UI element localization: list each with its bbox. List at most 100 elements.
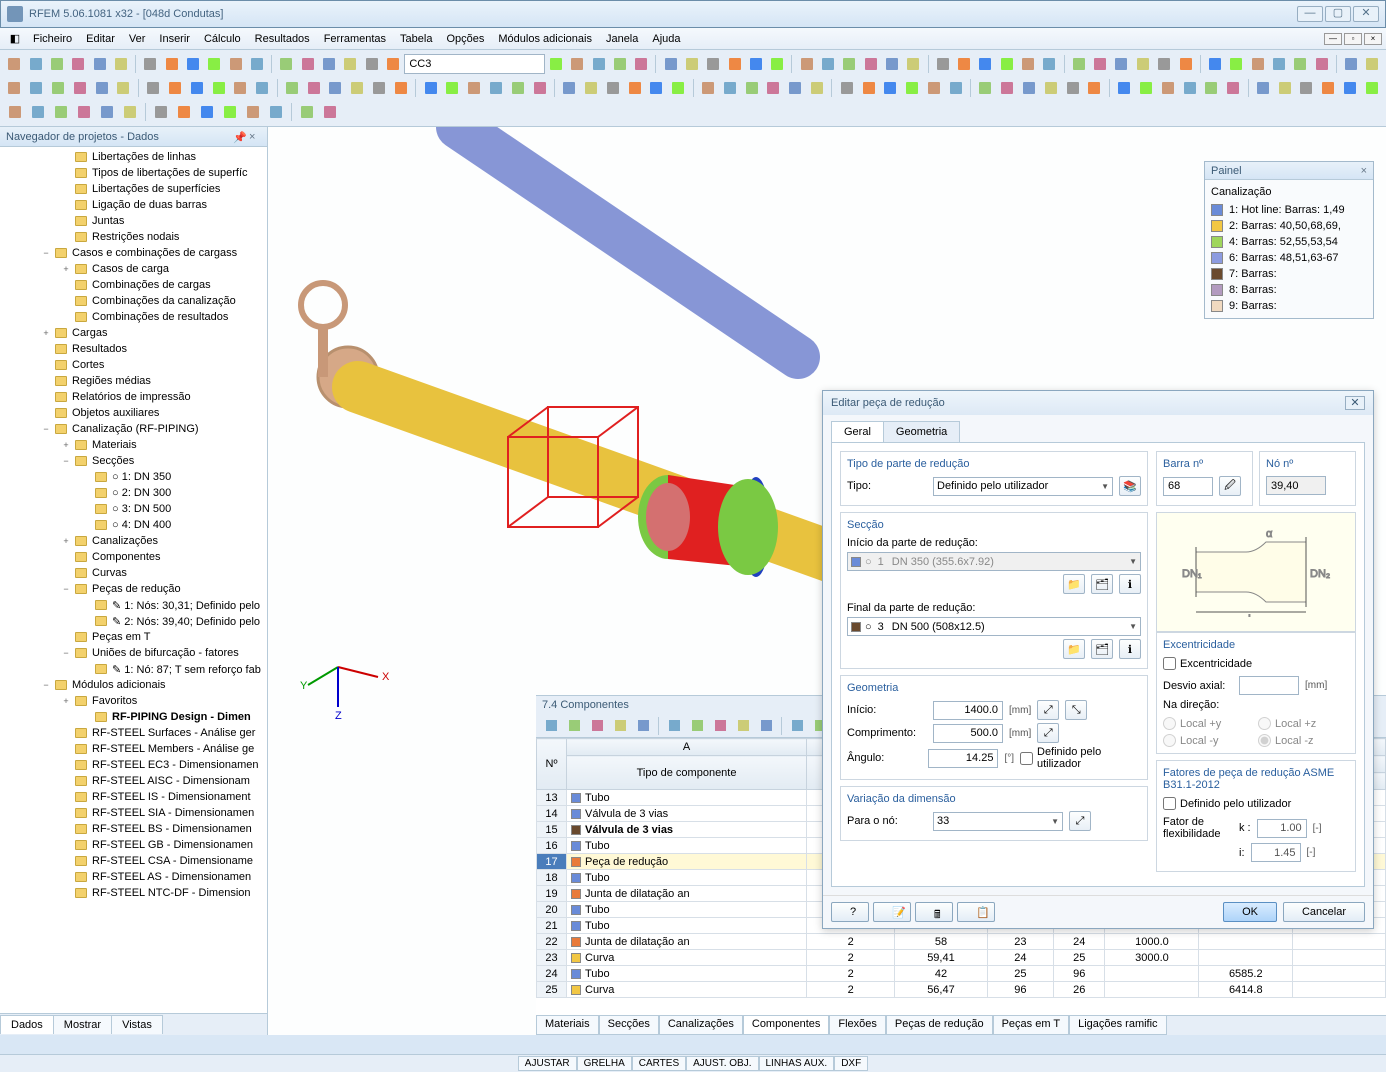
tree-node[interactable]: RF-STEEL AS - Dimensionamen [0,869,267,885]
toolbar-button[interactable] [1019,78,1040,98]
toolbar-button[interactable] [1226,54,1246,74]
tree-node[interactable]: RF-STEEL NTC-DF - Dimension [0,885,267,901]
tree-node[interactable]: RF-STEEL Members - Análise ge [0,741,267,757]
toolbar-button[interactable] [1318,78,1339,98]
sec-start-info-button[interactable]: ℹ [1119,574,1141,594]
tree-node[interactable]: RF-STEEL EC3 - Dimensionamen [0,757,267,773]
sec-end-db-button[interactable]: 🗂 [1091,639,1113,659]
menu-table[interactable]: Tabela [393,31,439,47]
toolbar-button[interactable] [1274,78,1295,98]
table-tab[interactable]: Peças de redução [886,1016,993,1035]
toolbar-button[interactable] [276,54,296,74]
tree-node[interactable]: Regiões médias [0,373,267,389]
toolbar-button[interactable] [796,54,816,74]
tree-node[interactable]: Curvas [0,565,267,581]
status-grid[interactable]: GRELHA [577,1056,632,1071]
table-tool-button[interactable] [786,716,808,736]
toolbar-button[interactable] [143,78,164,98]
toolbar-button[interactable] [362,54,382,74]
toolbar-button[interactable] [161,54,181,74]
toolbar-button[interactable] [698,78,719,98]
toolbar-button[interactable] [226,54,246,74]
toolbar-button[interactable] [325,78,346,98]
toolbar-button[interactable] [186,78,207,98]
table-tool-button[interactable] [540,716,562,736]
tree-node[interactable]: RF-PIPING Design - Dimen [0,709,267,725]
toolbar-button[interactable] [1341,54,1361,74]
dialog-close-icon[interactable]: ✕ [1345,396,1365,410]
toolbar-button[interactable] [69,78,90,98]
exc-check[interactable]: Excentricidade [1163,657,1349,670]
toolbar-button[interactable] [347,78,368,98]
toolbar-button[interactable] [559,78,580,98]
toolbar-button[interactable] [96,102,118,122]
toolbar-button[interactable] [903,54,923,74]
toolbar-button[interactable] [383,54,403,74]
toolbar-button[interactable] [442,78,463,98]
toolbar-button[interactable] [68,54,88,74]
toolbar-button[interactable] [303,78,324,98]
tree-node[interactable]: Objetos auxiliares [0,405,267,421]
legend-close-icon[interactable]: × [1361,165,1367,177]
toolbar-button[interactable] [1069,54,1089,74]
toolbar-button[interactable] [173,102,195,122]
toolbar-button[interactable] [1062,78,1083,98]
tree-node[interactable]: −Peças de redução [0,581,267,597]
geom-pick2[interactable]: ⤡ [1065,700,1087,720]
toolbar-button[interactable] [319,102,341,122]
toolbar-button[interactable] [298,54,318,74]
table-tool-button[interactable] [732,716,754,736]
toolbar-button[interactable] [767,54,787,74]
geom-len-input[interactable] [933,724,1003,743]
sec-start-db-button[interactable]: 🗂 [1091,574,1113,594]
mdi-close[interactable]: × [1364,33,1382,45]
toolbar-button[interactable] [47,54,67,74]
toolbar-button[interactable] [204,54,224,74]
toolbar-button[interactable] [1018,54,1038,74]
toolbar-button[interactable] [932,54,952,74]
dlg-help-button[interactable]: ? [831,902,869,922]
tree-node[interactable]: RF-STEEL IS - Dimensionament [0,789,267,805]
toolbar-button[interactable] [390,78,411,98]
dlg-copy-button[interactable]: 📋 [957,902,995,922]
tree-node[interactable]: +Canalizações [0,533,267,549]
tree-node[interactable]: −Canalização (RF-PIPING) [0,421,267,437]
menu-file[interactable]: Ficheiro [26,31,79,47]
toolbar-button[interactable] [165,78,186,98]
toolbar-button[interactable] [1179,78,1200,98]
dlg-note-button[interactable]: 📝 [873,902,911,922]
tree-node[interactable]: Combinações de cargas [0,277,267,293]
toolbar-button[interactable] [219,102,241,122]
tree-node[interactable]: Cortes [0,357,267,373]
toolbar-button[interactable] [785,78,806,98]
vardim-pick-button[interactable]: ⤢ [1069,811,1091,831]
toolbar-button[interactable] [924,78,945,98]
type-pick-button[interactable]: 📚 [1119,476,1141,496]
tree-node[interactable]: Relatórios de impressão [0,389,267,405]
toolbar-button[interactable] [954,54,974,74]
status-dxf[interactable]: DXF [834,1056,868,1071]
toolbar-button[interactable] [975,78,996,98]
mdi-restore[interactable]: ▫ [1344,33,1362,45]
toolbar-button[interactable] [818,54,838,74]
toolbar-button[interactable] [588,54,608,74]
toolbar-button[interactable] [420,78,441,98]
toolbar-button[interactable] [73,102,95,122]
table-row[interactable]: 23Curva259,4124253000.0 [537,950,1386,966]
toolbar-button[interactable] [860,54,880,74]
tree-node[interactable]: RF-STEEL CSA - Dimensioname [0,853,267,869]
toolbar-button[interactable] [1340,78,1361,98]
table-tab[interactable]: Materiais [536,1016,599,1035]
tree-node[interactable]: +Materiais [0,437,267,453]
pin-icon[interactable]: 📌 [233,131,245,143]
sec-end-info-button[interactable]: ℹ [1119,639,1141,659]
toolbar-button[interactable] [902,78,923,98]
toolbar-button[interactable] [1296,78,1317,98]
toolbar-button[interactable] [610,54,630,74]
toolbar-button[interactable] [113,78,134,98]
menu-window[interactable]: Janela [599,31,645,47]
menu-view[interactable]: Ver [122,31,153,47]
toolbar-button[interactable] [882,54,902,74]
tree-node[interactable]: RF-STEEL Surfaces - Análise ger [0,725,267,741]
table-tool-button[interactable] [586,716,608,736]
